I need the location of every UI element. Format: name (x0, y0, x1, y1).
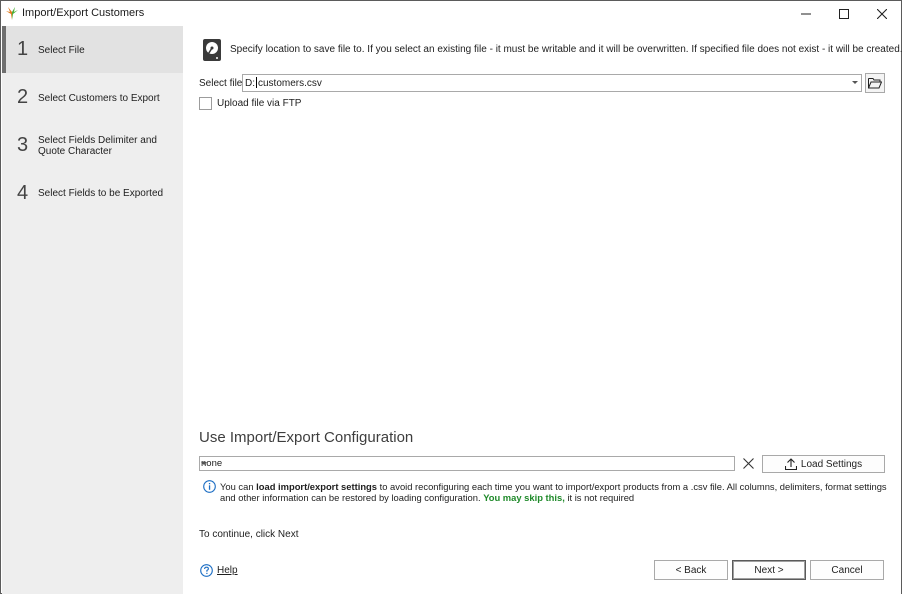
file-path-value: D: customers.csv (245, 77, 322, 89)
import-export-window: Import/Export Customers 1 Select File 2 … (0, 0, 902, 594)
step-label: Select File (38, 45, 85, 56)
step-number: 4 (17, 182, 29, 204)
step-label: Select Customers to Export (38, 93, 160, 104)
instruction-text: Specify location to save file to. If you… (230, 44, 902, 55)
maximize-button[interactable] (825, 1, 863, 26)
step-number: 3 (17, 134, 29, 156)
clear-config-button[interactable] (741, 456, 756, 471)
step-select-file[interactable]: 1 Select File (2, 26, 183, 73)
chevron-down-icon[interactable] (201, 462, 207, 465)
ftp-upload-label[interactable]: Upload file via FTP (217, 98, 301, 109)
step-select-customers[interactable]: 2 Select Customers to Export (2, 74, 183, 121)
ftp-upload-checkbox[interactable] (199, 97, 212, 110)
help-link[interactable]: Help (217, 565, 238, 576)
config-select-combobox[interactable]: none (199, 456, 735, 471)
chevron-down-icon[interactable] (852, 81, 858, 84)
step-select-delimiter[interactable]: 3 Select Fields Delimiter and Quote Char… (2, 122, 183, 169)
main-panel (183, 26, 901, 594)
window-title: Import/Export Customers (22, 7, 145, 19)
title-bar: Import/Export Customers (1, 1, 901, 26)
load-settings-label: Load Settings (800, 458, 863, 470)
wizard-steps-sidebar: 1 Select File 2 Select Customers to Expo… (2, 26, 183, 594)
minimize-button[interactable] (787, 1, 825, 26)
config-info-text: You can load import/export settings to a… (220, 481, 887, 503)
step-number: 1 (17, 38, 29, 60)
next-button[interactable]: Next > (732, 560, 806, 580)
help-icon[interactable] (200, 564, 213, 577)
text-caret (256, 77, 257, 88)
step-select-fields[interactable]: 4 Select Fields to be Exported (2, 170, 183, 217)
upload-icon (784, 458, 797, 470)
load-settings-button[interactable]: Load Settings (762, 455, 885, 473)
file-path-combobox[interactable]: D: customers.csv (242, 74, 862, 92)
close-button[interactable] (863, 1, 901, 26)
step-label: Select Fields Delimiter and Quote Charac… (38, 135, 157, 157)
open-folder-icon (868, 78, 882, 89)
back-button[interactable]: < Back (654, 560, 728, 580)
hard-disk-icon (203, 39, 221, 61)
browse-folder-button[interactable] (865, 73, 885, 93)
maximize-icon (839, 8, 849, 19)
info-icon (203, 480, 216, 493)
app-logo-icon (6, 7, 18, 20)
config-section-title: Use Import/Export Configuration (199, 429, 414, 446)
step-number: 2 (17, 86, 29, 108)
close-icon (877, 8, 887, 19)
step-label: Select Fields to be Exported (38, 188, 164, 199)
select-file-label: Select file (199, 78, 243, 89)
minimize-icon (801, 13, 811, 14)
continue-hint: To continue, click Next (199, 529, 299, 540)
close-icon (743, 458, 754, 469)
cancel-button[interactable]: Cancel (810, 560, 884, 580)
